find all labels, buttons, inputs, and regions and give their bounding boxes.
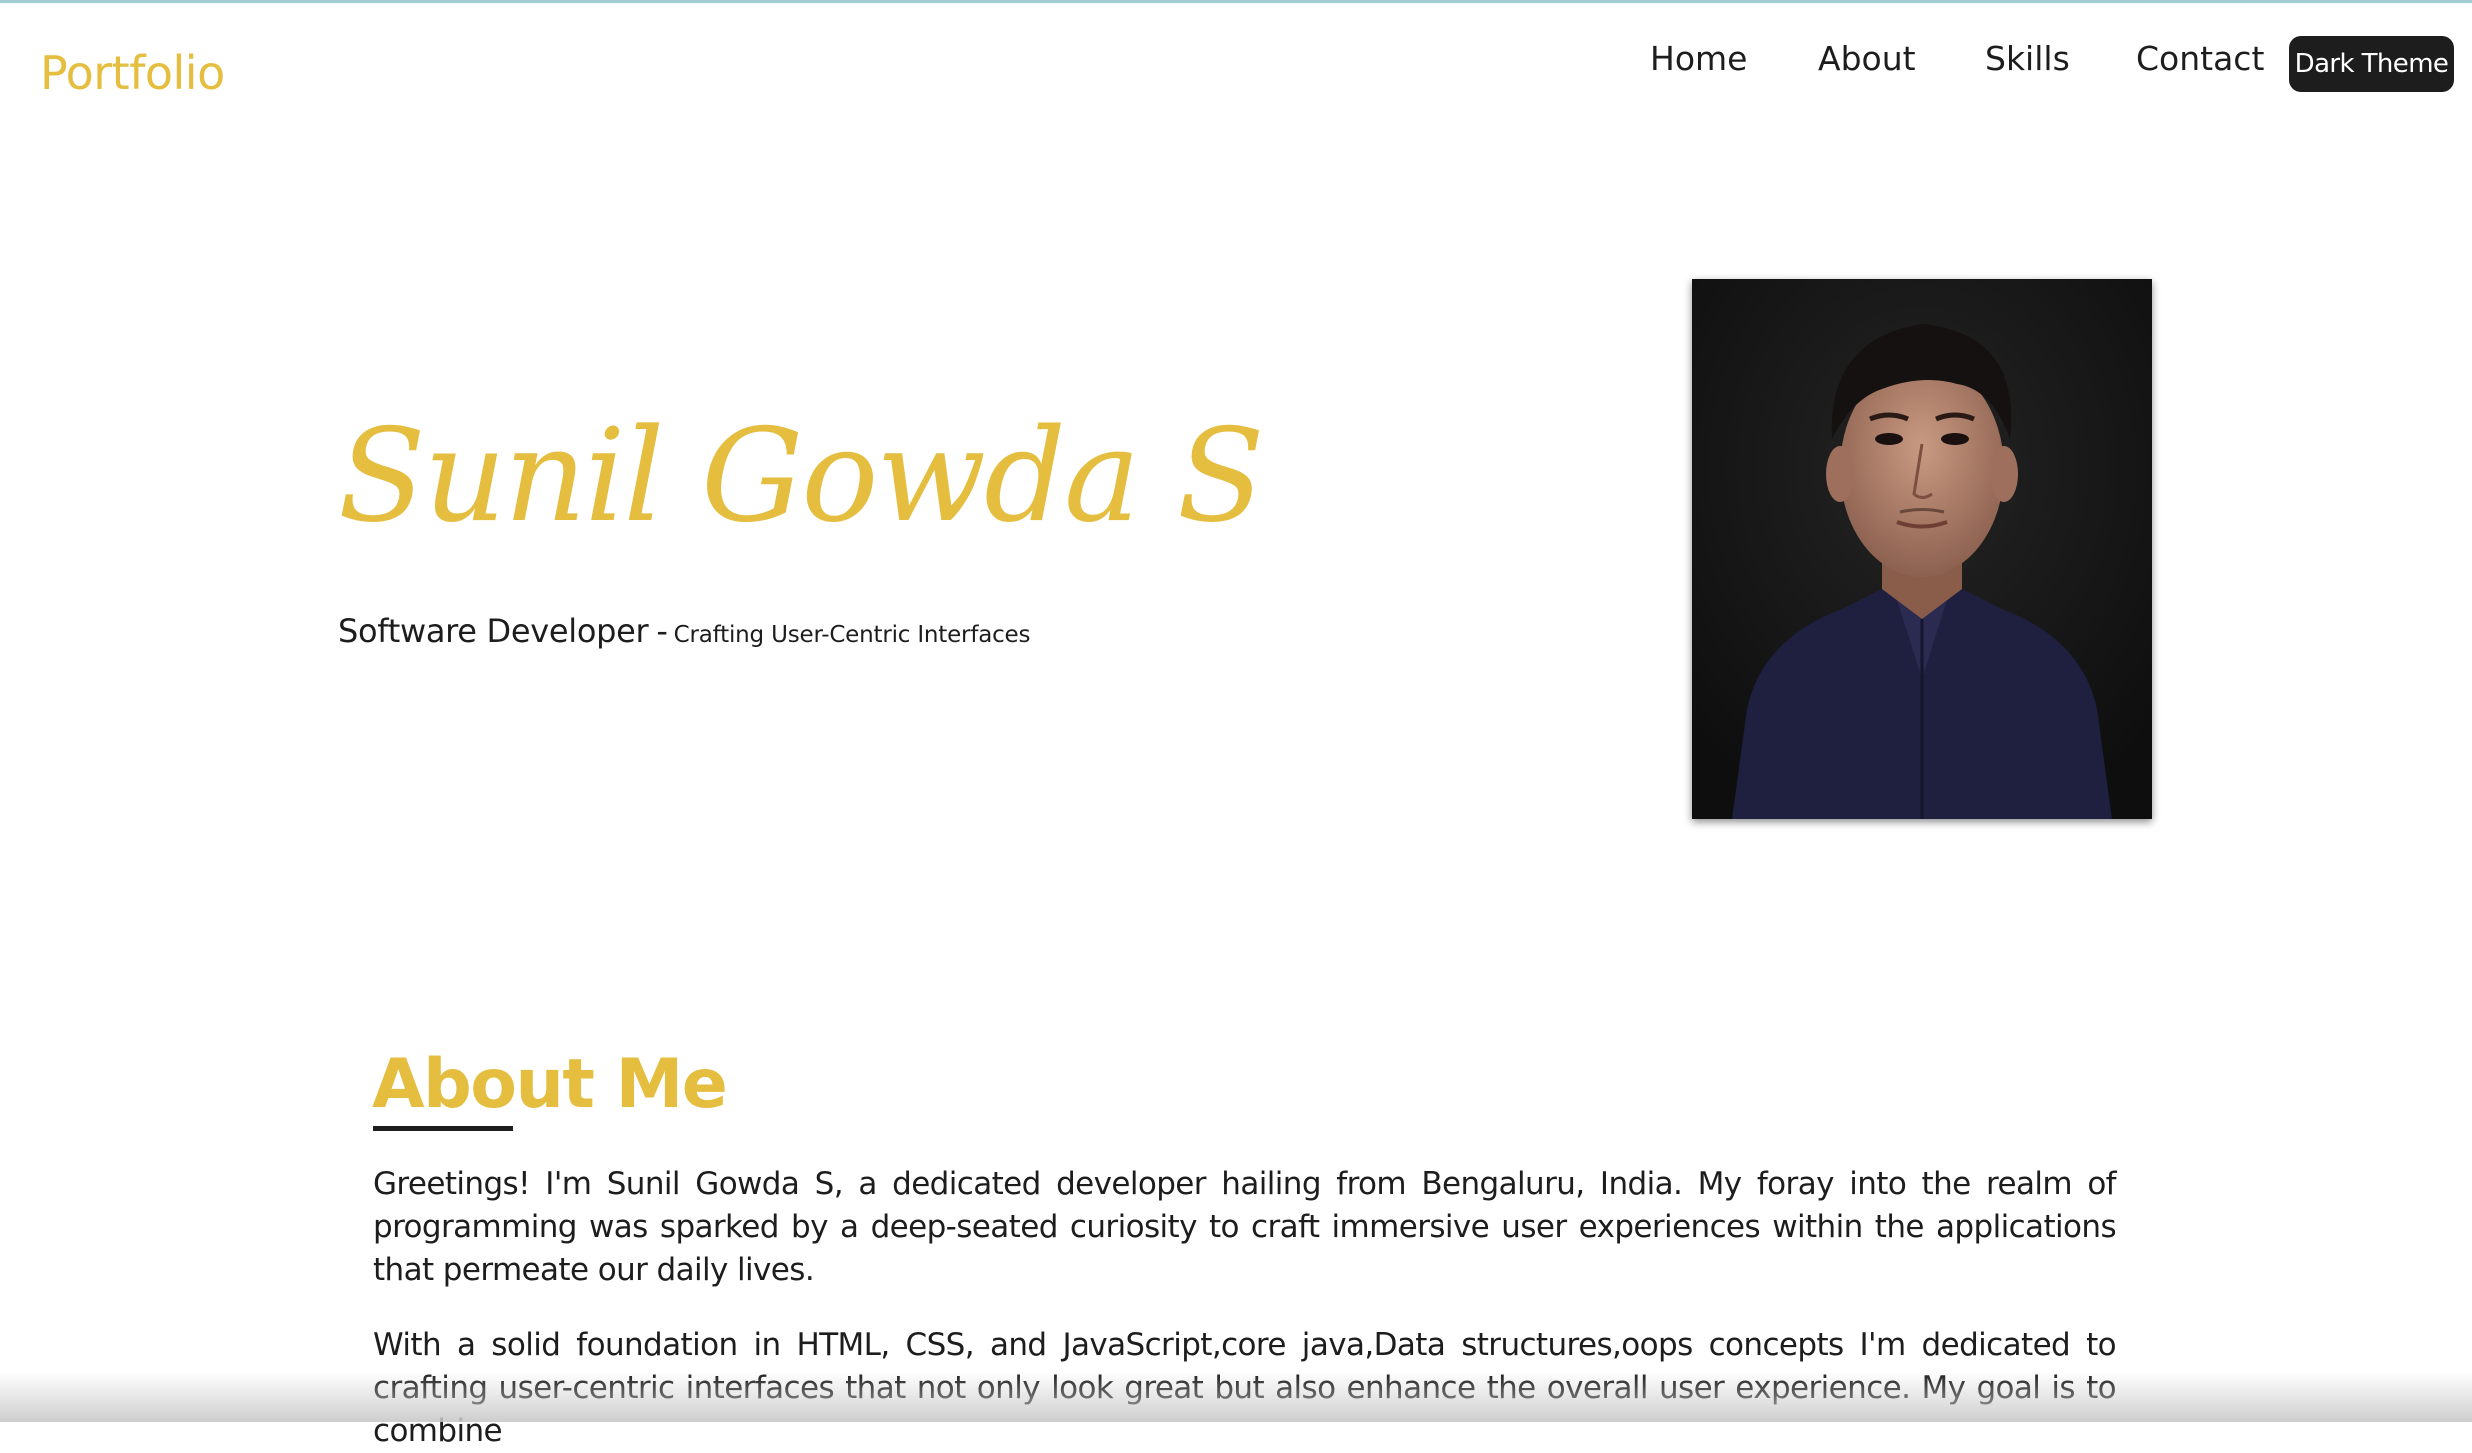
hero-name: Sunil Gowda S [338, 402, 1265, 551]
hero-tagline: Software Developer - Crafting User-Centric… [338, 612, 1030, 650]
brand-logo[interactable]: Portfolio [40, 50, 225, 96]
about-paragraph: Greetings! I'm Sunil Gowda S, a dedicate… [373, 1166, 2117, 1288]
hero-role: Software Developer [338, 612, 649, 650]
about-title-underline [373, 1126, 513, 1131]
profile-photo [1692, 279, 2152, 819]
nav-link-skills[interactable]: Skills [1985, 38, 2070, 80]
hero-separator: - [656, 612, 668, 650]
nav-link-about[interactable]: About [1818, 38, 1916, 80]
dark-theme-button[interactable]: Dark Theme [2289, 36, 2454, 92]
hero-subtitle: Crafting User-Centric Interfaces [673, 622, 1031, 648]
top-border-line [0, 0, 2472, 3]
bottom-shadow [0, 1372, 2472, 1422]
nav-link-contact[interactable]: Contact [2136, 38, 2264, 80]
profile-photo-image [1692, 279, 2152, 819]
nav-link-home[interactable]: Home [1650, 38, 1747, 80]
about-title: About Me [372, 1045, 728, 1124]
